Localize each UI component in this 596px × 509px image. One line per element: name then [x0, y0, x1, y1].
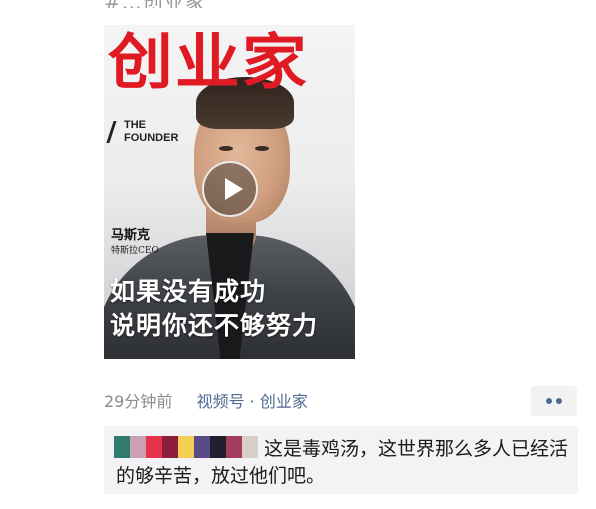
video-thumbnail[interactable]: 创业家 THE FOUNDER 马斯克 特斯拉CEO 如果没有成功 说明你还不够…: [104, 25, 355, 359]
more-options-button[interactable]: [531, 386, 577, 416]
previous-post-title: #…创业家: [104, 0, 206, 8]
channel-type-link[interactable]: 视频号: [197, 392, 245, 411]
video-headline: 如果没有成功 说明你还不够努力: [110, 275, 318, 343]
person-name: 马斯克: [111, 228, 151, 243]
meta-separator: ·: [249, 392, 255, 411]
brand-logo: 创业家: [108, 28, 309, 98]
founder-wordmark: THE FOUNDER: [124, 119, 178, 145]
post-meta: 29分钟前 视频号 · 创业家: [104, 388, 308, 412]
comment-box: 这是毒鸡汤，这世界那么多人已经活的够辛苦，放过他们吧。: [104, 426, 578, 494]
more-dot-icon: [556, 398, 562, 404]
portrait-eye-right: [255, 146, 269, 151]
comment-text: 这是毒鸡汤，这世界那么多人已经活的够辛苦，放过他们吧。: [116, 436, 572, 490]
source-link[interactable]: 创业家: [260, 392, 308, 411]
person-title: 特斯拉CEO: [111, 246, 159, 256]
more-dot-icon: [546, 398, 552, 404]
founder-word-1: THE: [124, 119, 146, 131]
comment-body: 这是毒鸡汤，这世界那么多人已经活的够辛苦，放过他们吧。: [116, 438, 569, 487]
play-icon[interactable]: [202, 161, 258, 217]
portrait-eye-left: [219, 146, 233, 151]
headline-line-1: 如果没有成功: [110, 277, 267, 306]
headline-line-2: 说明你还不够努力: [110, 311, 319, 340]
founder-word-2: FOUNDER: [124, 132, 179, 144]
post-time: 29分钟前: [104, 392, 173, 411]
